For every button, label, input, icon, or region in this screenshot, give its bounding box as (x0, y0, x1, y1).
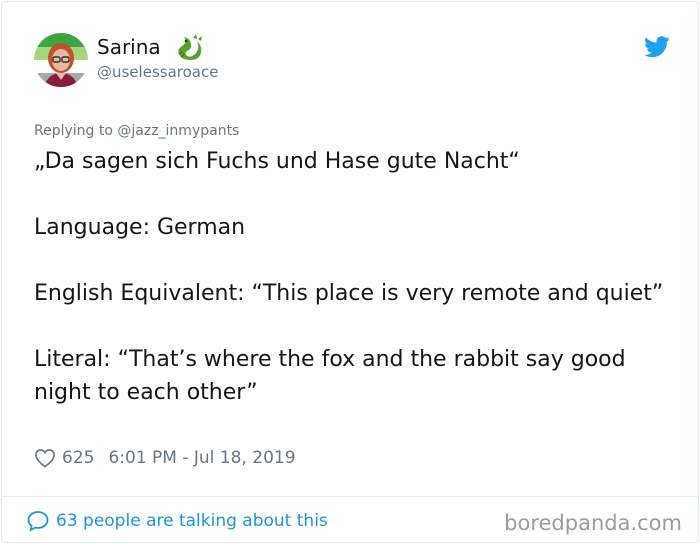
tweet-paragraph-quote: „Da sagen sich Fuchs und Hase gute Nacht… (34, 149, 520, 174)
boredpanda-watermark: boredpanda.com (504, 511, 682, 535)
avatar[interactable] (34, 33, 88, 87)
twitter-bird-icon[interactable] (644, 36, 670, 58)
tweet-paragraph-english: English Equivalent: “This place is very … (34, 281, 664, 306)
tweet-timestamp[interactable]: 6:01 PM - Jul 18, 2019 (108, 448, 295, 468)
tweet-text: „Da sagen sich Fuchs und Hase gute Nacht… (34, 145, 674, 409)
tweet-card: Sarina @uselessaroace Replying to @jazz_… (1, 1, 699, 543)
tweet-paragraph-language: Language: German (34, 215, 246, 240)
tweet-meta: 625 6:01 PM - Jul 18, 2019 (34, 446, 296, 470)
speech-bubble-icon (27, 511, 49, 532)
conversation-count-label[interactable]: 63 people are talking about this (56, 511, 328, 531)
avatar-portrait (44, 43, 78, 87)
divider (2, 496, 698, 497)
tweet-paragraph-literal: Literal: “That’s where the fox and the r… (34, 347, 626, 405)
display-name[interactable]: Sarina (97, 34, 161, 60)
user-handle[interactable]: @uselessaroace (97, 62, 218, 82)
heart-icon[interactable] (34, 448, 56, 468)
dragon-emoji-icon (178, 34, 202, 60)
conversation-link[interactable]: 63 people are talking about this (26, 508, 328, 534)
replying-to-label[interactable]: Replying to @jazz_inmypants (34, 121, 239, 141)
like-count[interactable]: 625 (62, 448, 94, 468)
